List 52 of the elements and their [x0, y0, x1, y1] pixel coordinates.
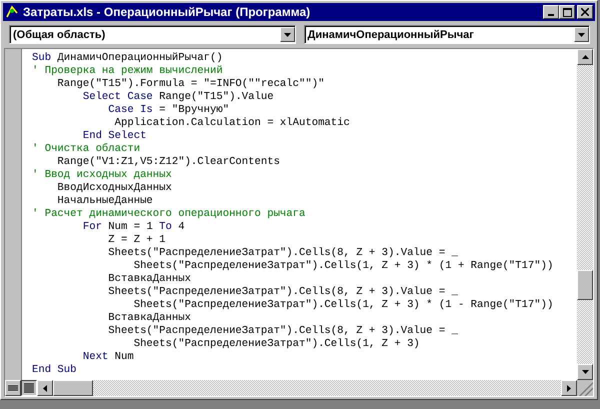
code-line: Sub ДинамичОперационныйРычаг(): [32, 52, 224, 65]
scroll-down-button[interactable]: [577, 364, 593, 380]
code-line: Case Is = "Вручную": [107, 104, 230, 117]
resize-grip-icon[interactable]: [577, 380, 593, 396]
code-line: Range("T15").Formula = "=INFO(""recalc"")": [56, 78, 326, 91]
maximize-icon: [562, 8, 572, 16]
code-line: For Num = 1 To 4: [82, 221, 186, 234]
code-line: Sheets("РаспределениеЗатрат").Cells(1, Z + 3): [132, 338, 421, 351]
code-line: Range("V1:Z1,V5:Z12").ClearContents: [56, 156, 281, 169]
maximize-button[interactable]: [559, 5, 575, 19]
close-icon: [581, 8, 589, 16]
code-line: Z = Z + 1: [107, 234, 167, 247]
code-line: Sheets("РаспределениеЗатрат").Cells(1, Z + 3) * (1 - Range("T17")): [132, 299, 554, 312]
scroll-right-button[interactable]: [561, 380, 577, 396]
code-line: ВставкаДанных: [107, 312, 192, 325]
scroll-up-button[interactable]: [577, 49, 593, 65]
code-line: Sheets("РаспределениеЗатрат").Cells(1, Z + 3) * (1 + Range("T17")): [132, 260, 554, 273]
up-arrow-icon: [582, 55, 588, 59]
code-line: ВводИсходныхДанных: [56, 182, 173, 195]
code-line: Sheets("РаспределениеЗатрат").Cells(8, Z + 3).Value = _: [107, 247, 459, 260]
lines-icon: [8, 384, 18, 392]
full-module-view-button[interactable]: [21, 380, 37, 396]
code-line: ' Расчет динамического операционного рычага: [32, 208, 306, 221]
close-button[interactable]: [577, 5, 593, 19]
vertical-scrollbar[interactable]: [577, 49, 593, 380]
code-line: Next Num: [82, 351, 135, 364]
code-line: ' Ввод исходных данных: [32, 169, 173, 182]
horizontal-scrollbar[interactable]: [37, 380, 577, 396]
object-dropdown[interactable]: (Общая область): [9, 25, 296, 44]
scroll-thumb[interactable]: [53, 380, 93, 396]
code-line: End Sub: [32, 364, 78, 377]
lines-icon: [24, 383, 34, 393]
down-arrow-icon: [582, 370, 588, 374]
code-editor[interactable]: [22, 49, 577, 380]
code-line: End Select: [82, 130, 148, 143]
code-line: ' Очистка области: [32, 143, 142, 156]
scroll-left-button[interactable]: [37, 380, 53, 396]
procedure-view-button[interactable]: [5, 380, 21, 396]
right-arrow-icon: [567, 384, 571, 392]
code-line: Sheets("РаспределениеЗатрат").Cells(8, Z + 3).Value = _: [107, 286, 459, 299]
code-line: ВставкаДанных: [107, 273, 192, 286]
code-line: Sheets("РаспределениеЗатрат").Cells(8, Z + 3).Value = _: [107, 325, 459, 338]
code-line: Select Case Range("T15").Value: [82, 91, 275, 104]
window-title: Затраты.xls - ОперационныйРычаг (Программа): [23, 5, 312, 19]
scroll-thumb[interactable]: [577, 270, 593, 300]
code-line: Application.Calculation = xlAutomatic: [114, 117, 351, 130]
code-line: ' Проверка на режим вычислений: [32, 65, 224, 78]
left-arrow-icon: [43, 384, 47, 392]
module-icon: [5, 5, 19, 19]
minimize-button[interactable]: [543, 5, 559, 19]
code-line: НачальныеДанные: [56, 195, 154, 208]
procedure-dropdown[interactable]: ДинамичОперационныйРычаг: [304, 25, 590, 44]
